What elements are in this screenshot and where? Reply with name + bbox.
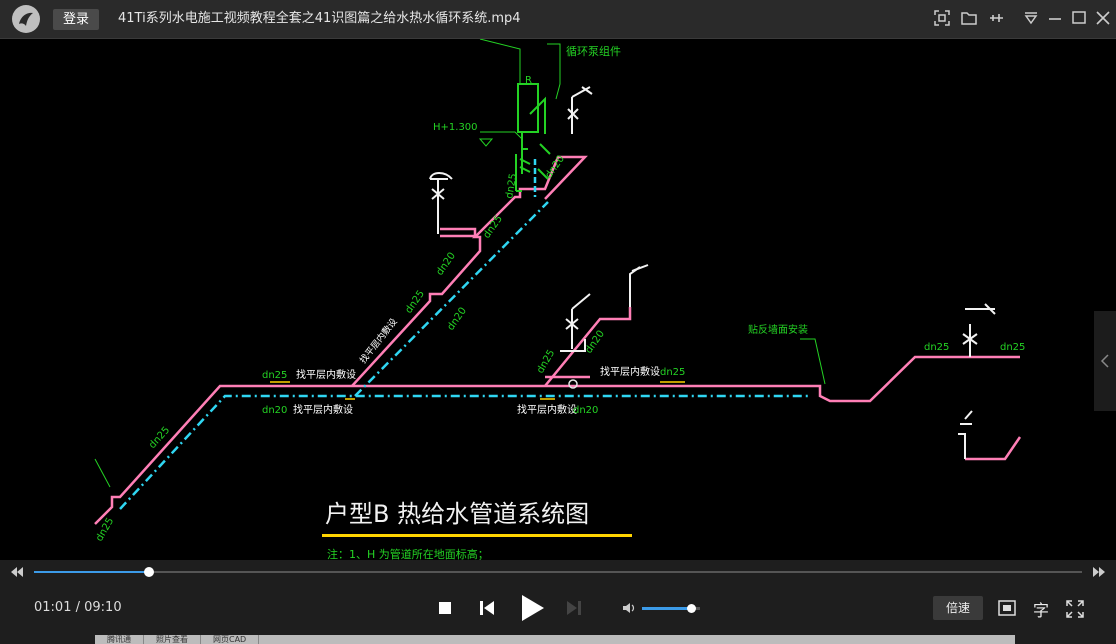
pin-icon[interactable] (987, 9, 1005, 27)
time-display: 01:01 / 09:10 (34, 600, 122, 615)
taskbar-item[interactable]: 照片查看 (144, 635, 201, 644)
pipe-size-label: dn20 (445, 306, 469, 333)
window-title: 41Ti系列水电施工视频教程全套之41识图篇之给水热水循环系统.mp4 (118, 11, 521, 26)
pipe-size-label: dn25 (403, 289, 427, 316)
os-taskbar: 腾讯通 照片查看 网页CAD (95, 635, 1015, 644)
volume-handle[interactable] (687, 604, 697, 613)
current-time: 01:01 (34, 600, 72, 615)
total-time: 09:10 (84, 600, 122, 615)
login-button[interactable]: 登录 (53, 9, 99, 30)
fixture-middle (565, 293, 591, 349)
maximize-icon[interactable] (1070, 9, 1088, 27)
picture-in-picture-icon[interactable] (998, 600, 1016, 616)
pipe-size-label: dn25 (504, 173, 519, 200)
taskbar-item[interactable]: 腾讯通 (95, 635, 144, 644)
folder-icon[interactable] (960, 9, 978, 27)
fast-forward-icon[interactable] (1091, 566, 1107, 578)
minimize-icon[interactable] (1046, 9, 1064, 27)
previous-icon[interactable] (479, 600, 495, 616)
pipe-size-label: dn25 (924, 342, 949, 353)
playback-speed-button[interactable]: 倍速 (933, 596, 983, 620)
next-icon[interactable] (566, 600, 582, 616)
floor-layout-label: 找平层内敷设 (517, 403, 577, 416)
hot-water-main-pipe (94, 355, 1020, 525)
circulation-pump-label: 循环泵组件 (566, 44, 621, 58)
drawing-title: 户型B 热给水管道系统图 (325, 500, 589, 528)
circulation-return-pipe (119, 394, 810, 510)
pipe-size-label: dn25 (147, 425, 172, 451)
close-icon[interactable] (1094, 9, 1112, 27)
pipe-size-label: dn20 (583, 329, 607, 356)
pipe-size-label: dn25 (535, 348, 557, 376)
fixture-upper-right (567, 86, 593, 134)
floor-layout-label: 找平层内敷设 (293, 403, 353, 416)
stop-icon[interactable] (438, 601, 452, 615)
seek-progress (34, 571, 150, 573)
subtitle-button[interactable]: 字 (1033, 597, 1049, 621)
floor-layout-label: 找平层内敷设 (296, 368, 356, 381)
video-frame[interactable]: 循环泵组件 R H+1.300 dn25 找平层内敷设 dn20 找平层内敷设 … (0, 39, 1116, 560)
floor-layout-label: 找平层内敷设 (600, 365, 660, 378)
wall-mount-label: 贴反墙面安装 (748, 323, 808, 336)
time-separator: / (71, 600, 85, 615)
taskbar-item[interactable]: 网页CAD (201, 635, 260, 644)
volume-level (642, 607, 692, 610)
rewind-icon[interactable] (9, 566, 25, 578)
cad-drawing: 循环泵组件 R H+1.300 dn25 找平层内敷设 dn20 找平层内敷设 … (94, 39, 1025, 560)
chevron-left-icon[interactable] (1094, 311, 1116, 411)
pipe-size-label: dn20 (262, 405, 287, 416)
screenshot-icon[interactable] (933, 9, 951, 27)
seek-handle[interactable] (144, 567, 155, 577)
seek-bar[interactable] (34, 567, 1082, 577)
app-logo-icon[interactable] (12, 5, 40, 33)
volume-slider[interactable] (642, 604, 700, 613)
play-icon[interactable] (518, 593, 546, 623)
pipe-size-label: dn20 (543, 154, 567, 181)
title-underline (322, 534, 632, 537)
drawing-note: 注：1、H 为管道所在地面标高； (327, 547, 489, 560)
pipe-size-label: dn20 (434, 251, 458, 278)
fixture-upper-left (429, 172, 453, 234)
pipe-size-label: dn20 (573, 405, 598, 416)
r-marker: R (525, 75, 532, 86)
volume-icon[interactable] (622, 601, 636, 615)
elevation-label: H+1.300 (433, 122, 478, 133)
pipe-size-label: dn25 (262, 370, 287, 381)
title-bar: 登录 41Ti系列水电施工视频教程全套之41识图篇之给水热水循环系统.mp4 (0, 0, 1116, 39)
pipe-size-label: dn25 (660, 367, 685, 378)
pipe-size-label: dn25 (1000, 342, 1025, 353)
menu-dropdown-icon[interactable] (1022, 9, 1040, 27)
player-controls: 01:01 / 09:10 倍速 字 (0, 560, 1116, 644)
side-panel-toggle[interactable] (1094, 311, 1116, 411)
fixture-right (962, 303, 996, 357)
fullscreen-icon[interactable] (1066, 600, 1084, 618)
